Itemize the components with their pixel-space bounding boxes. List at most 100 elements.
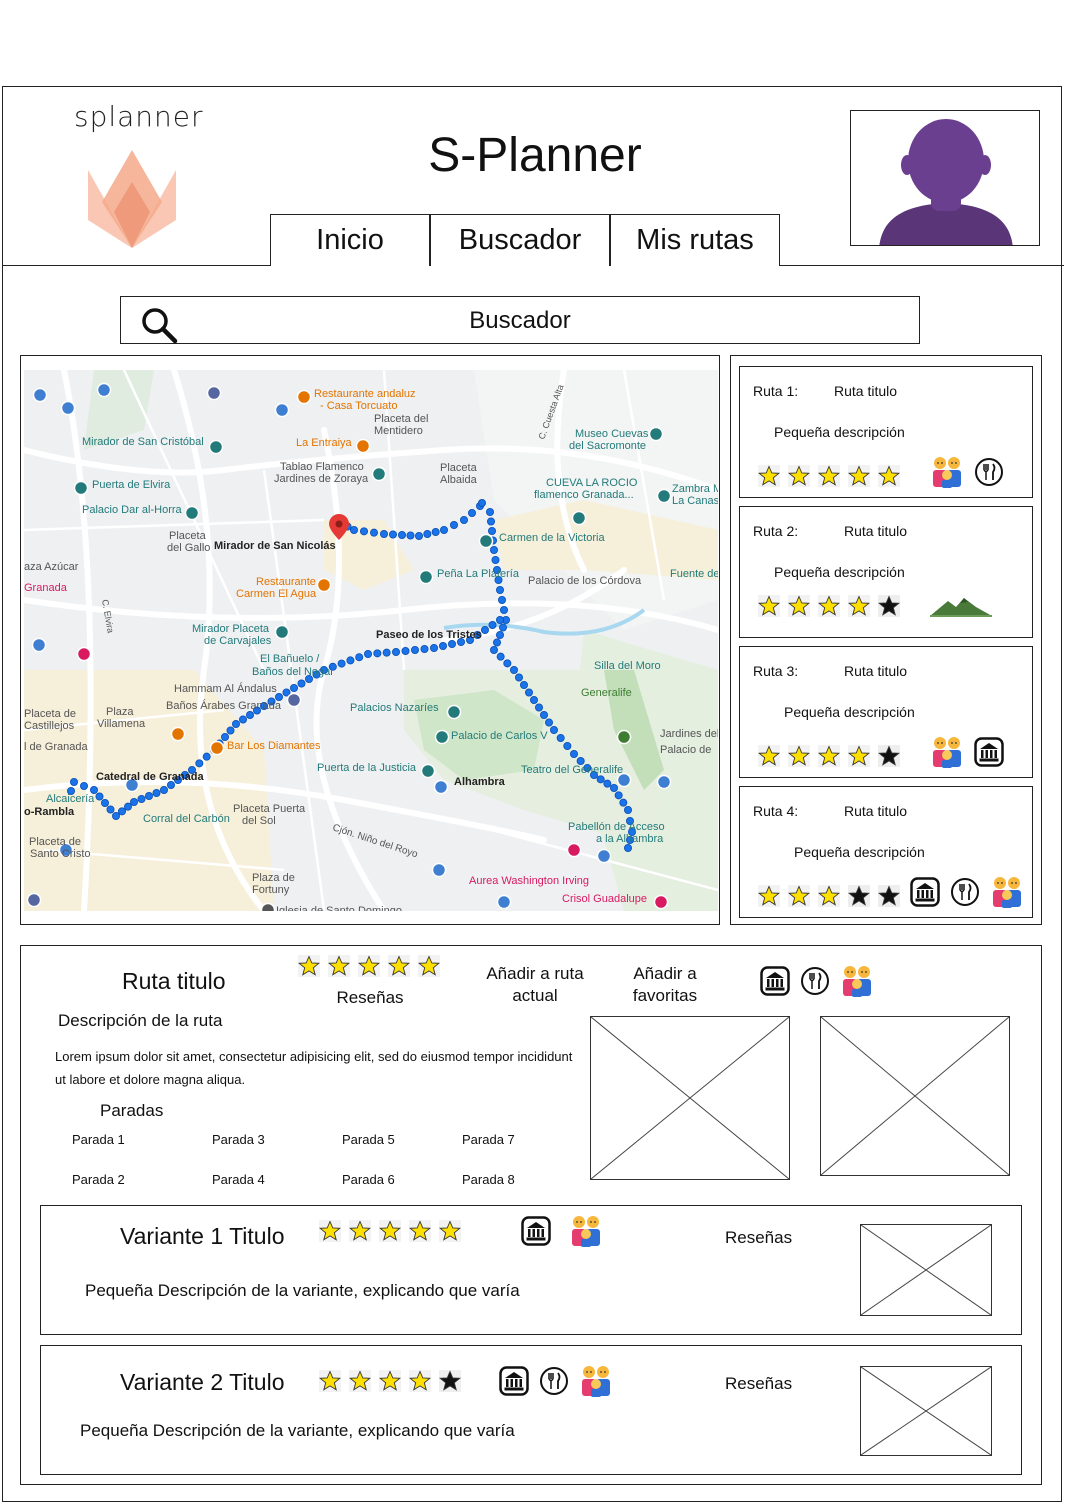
route-dot [289,683,298,692]
route-dot [495,615,504,624]
search-bar[interactable]: Buscador [120,296,920,344]
map-poi-icon[interactable] [260,902,276,912]
map-poi-icon[interactable] [96,382,112,398]
map-poi-icon[interactable] [566,842,582,858]
star-filled-icon [758,885,780,907]
stop-item[interactable]: Parada 1 [72,1132,125,1147]
map-label: Restaurante andaluz [314,388,416,400]
add-to-favorites-button[interactable]: Añadir a favoritas [612,963,718,1007]
map-poi-icon[interactable] [571,510,587,526]
variant-reviews-link[interactable]: Reseñas [725,1374,792,1394]
map-poi-icon[interactable] [648,426,664,442]
stop-item[interactable]: Parada 5 [342,1132,395,1147]
route-dot [529,695,538,704]
map-poi-icon[interactable] [418,569,434,585]
map-poi-icon[interactable] [60,400,76,416]
detail-tags [760,964,874,998]
map-label: Palacio de Carlos V [451,730,548,742]
map-poi-icon[interactable] [434,729,450,745]
map-label: Crisol Guadalupe [562,893,647,905]
nav-tab-inicio[interactable]: Inicio [270,214,430,266]
stop-item[interactable]: Parada 6 [342,1172,395,1187]
map-poi-icon[interactable] [286,692,302,708]
map-poi-icon[interactable] [355,438,371,454]
route-dot [226,726,235,735]
route-dot [480,625,489,634]
route-card-1[interactable]: Ruta 1: Ruta titulo Pequeña descripción [739,366,1033,498]
map-poi-icon[interactable] [296,389,312,405]
map-label: l de Granada [24,741,88,753]
route-rating [758,595,900,617]
map-poi-icon[interactable] [478,533,494,549]
route-card-3[interactable]: Ruta 3: Ruta titulo Pequeña descripción [739,646,1033,778]
variant-tags [499,1364,613,1398]
map-poi-icon[interactable] [446,704,462,720]
variant-card-1[interactable]: Variante 1 Titulo Pequeña Descripción de… [40,1205,1022,1335]
map-poi-icon[interactable] [316,577,332,593]
route-dot [556,733,565,742]
map-poi-icon[interactable] [76,646,92,662]
map-poi-icon[interactable] [656,774,672,790]
map-label: Palacio Dar al-Horra [82,504,183,516]
route-map[interactable]: Restaurante andaluz - Casa Torcuato Placet… [24,370,718,911]
map-poi-icon[interactable] [616,729,632,745]
stop-item[interactable]: Parada 8 [462,1172,515,1187]
map-poi-icon[interactable] [596,848,612,864]
map-label: Villamena [97,718,146,730]
map-poi-icon[interactable] [208,439,224,455]
route-card-2[interactable]: Ruta 2: Ruta titulo Pequeña descripción [739,506,1033,638]
user-avatar[interactable] [850,110,1040,246]
variant-reviews-link[interactable]: Reseñas [725,1228,792,1248]
museum-icon [760,966,790,996]
variant-rating [319,1370,461,1392]
route-dot [369,528,378,537]
map-poi-icon[interactable] [496,894,512,910]
map-poi-icon[interactable] [26,892,42,908]
detail-reviews-link[interactable]: Reseñas [310,987,430,1009]
route-description: Pequeña descripción [774,424,905,440]
map-poi-icon[interactable] [371,466,387,482]
variant-card-2[interactable]: Variante 2 Titulo Pequeña Descripción de… [40,1345,1022,1475]
nav-tab-mis-rutas[interactable]: Mis rutas [610,214,780,266]
route-dot [550,725,559,734]
user-silhouette-icon [879,119,1013,245]
map-label: Mentidero [374,425,423,437]
map-poi-icon[interactable] [656,488,672,504]
stop-item[interactable]: Parada 3 [212,1132,265,1147]
route-description: Pequeña descripción [784,704,915,720]
route-dot [603,779,612,788]
route-dot [429,643,438,652]
stop-item[interactable]: Parada 4 [212,1172,265,1187]
stop-item[interactable]: Parada 2 [72,1172,125,1187]
map-poi-icon[interactable] [73,480,89,496]
map-poi-icon[interactable] [184,505,200,521]
family-icon [930,455,964,489]
map-poi-icon[interactable] [32,387,48,403]
map-poi-icon[interactable] [433,779,449,795]
route-dot [624,843,633,852]
map-poi-icon[interactable] [420,763,436,779]
map-poi-icon[interactable] [431,862,447,878]
museum-icon [910,877,940,907]
map-poi-icon[interactable] [31,637,47,653]
map-poi-icon[interactable] [209,740,225,756]
map-label: CUEVA LA ROCIO [546,477,638,489]
map-poi-icon[interactable] [170,726,186,742]
nav-tab-buscador[interactable]: Buscador [430,214,610,266]
route-number: Ruta 1: [753,383,799,399]
map-poi-icon[interactable] [274,624,290,640]
map-label: Silla del Moro [594,660,661,672]
star-filled-icon [848,595,870,617]
route-title: Ruta titulo [844,663,908,679]
route-card-4[interactable]: Ruta 4: Ruta titulo Pequeña descripción [739,786,1033,918]
variant-description: Pequeña Descripción de la variante, expl… [85,1281,520,1300]
map-poi-icon[interactable] [206,385,222,401]
map-poi-icon[interactable] [653,894,669,910]
star-empty-icon [439,1370,461,1392]
map-poi-icon[interactable] [274,402,290,418]
add-to-current-route-button[interactable]: Añadir a ruta actual [474,963,596,1007]
route-tags [930,735,1004,769]
stop-item[interactable]: Parada 7 [462,1132,515,1147]
star-filled-icon [788,745,810,767]
route-dot [514,673,523,682]
